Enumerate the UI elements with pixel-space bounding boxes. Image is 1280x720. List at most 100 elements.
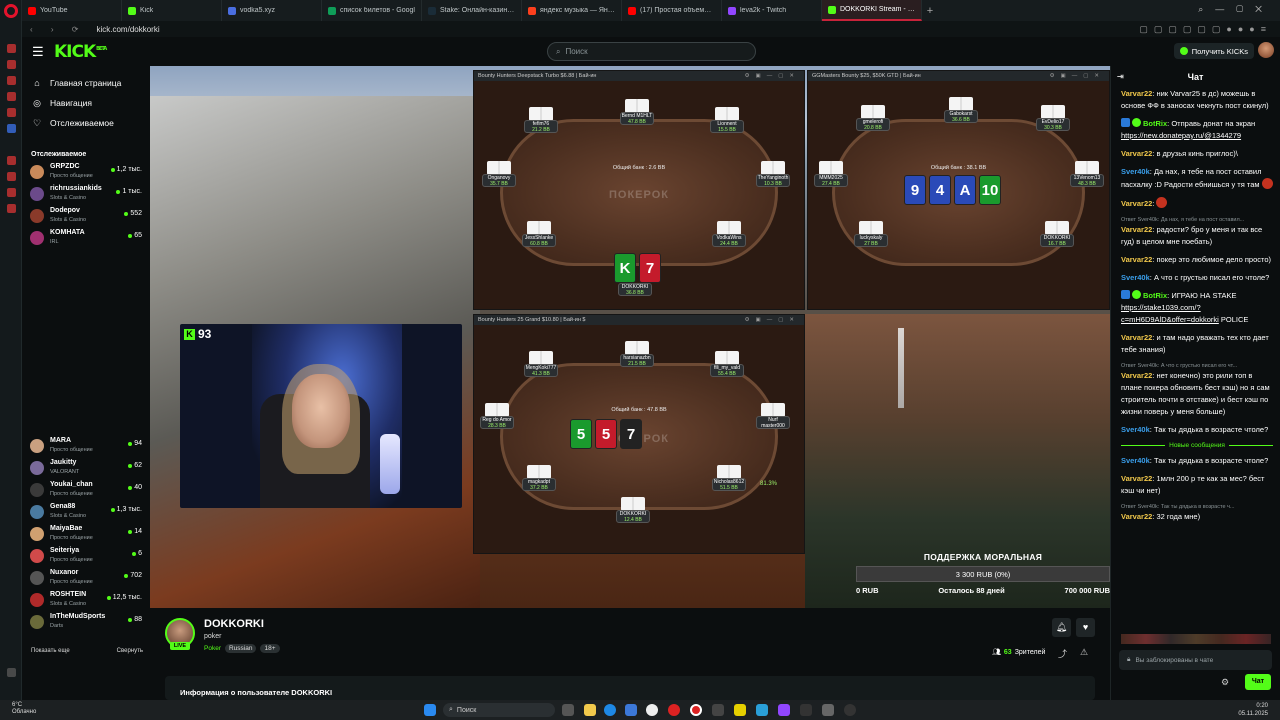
sidebar-nav-item[interactable]: ◎ Навигация [22,93,150,113]
sidebar-app-icon[interactable] [7,204,16,213]
browser-tab[interactable]: Kick [122,0,222,21]
app-icon[interactable] [778,704,790,716]
emote-bar[interactable] [1121,634,1271,644]
chat-username[interactable]: Sver40k [1121,273,1150,282]
new-tab-icon[interactable]: + [922,5,938,17]
category-link[interactable]: Poker [204,645,221,652]
sidebar-app-icon[interactable] [7,124,16,133]
weather-widget[interactable]: 6°C Облачно [12,702,36,716]
followed-channel[interactable]: ROSHTEIN Slots & Casino 12,5 тыс. [22,590,150,612]
chat-username[interactable]: BotRix [1143,119,1167,128]
chat-messages[interactable]: Varvar22: ник Varvar25 в дс) можешь в ос… [1111,88,1280,618]
sidebar-app-icon[interactable] [7,76,16,85]
chat-username[interactable]: Varvar22 [1121,89,1152,98]
browser-tab[interactable]: список билетов - Googl [322,0,422,21]
window-controls-icon[interactable]: ⚙▣—▢✕ [745,315,804,325]
settings-icon[interactable] [822,704,834,716]
followed-channel[interactable]: MARA Просто общение 94 [22,436,150,458]
taskbar-search[interactable]: ⌕ Поиск [443,703,555,717]
followed-channel[interactable]: Jaukitty VALORANT 62 [22,458,150,480]
sidebar-app-icon[interactable] [7,156,16,165]
tag-language[interactable]: Russian [224,644,257,653]
chat-username[interactable]: Varvar22 [1121,225,1152,234]
yandex-icon[interactable] [646,704,658,716]
chat-username[interactable]: Varvar22 [1121,371,1152,380]
chat-username[interactable]: Sver40k [1121,167,1150,176]
poker-table-window[interactable]: Bounty Hunters Deepstack Turbo $6.88 | Б… [473,70,805,310]
sidebar-app-icon[interactable] [7,60,16,69]
poker-table-window[interactable]: GGMasters Bounty $25, $50K GTD | Бай-ин ⚙… [807,70,1110,310]
user-avatar[interactable] [1258,42,1274,58]
chat-username[interactable]: Varvar22 [1121,512,1152,521]
address-bar[interactable]: ‹ › ⟳ kick.com/dokkorki ▢▢▢▢▢▢●●●≡ [22,21,1280,37]
url-text[interactable]: kick.com/dokkorki [96,25,159,34]
sidebar-app-icon[interactable] [7,92,16,101]
taskview-icon[interactable] [562,704,574,716]
opera-icon[interactable] [668,704,680,716]
window-controls-icon[interactable]: ⚙▣—▢✕ [745,71,804,81]
app-icon[interactable] [844,704,856,716]
follow-heart-icon[interactable]: ♥ [1076,618,1095,637]
opera-logo-icon[interactable] [4,4,18,18]
sidebar-app-icon[interactable] [7,188,16,197]
chat-input[interactable]: 🔒︎ Вы заблокированы в чате [1119,650,1272,670]
window-controls-icon[interactable]: ⚙▣—▢✕ [1050,71,1109,81]
chat-send-button[interactable]: Чат [1245,674,1271,690]
sidebar-app-icon[interactable] [7,172,16,181]
start-icon[interactable] [424,704,436,716]
channel-name[interactable]: DOKKORKI [204,618,264,630]
app-icon[interactable] [712,704,724,716]
collapse-button[interactable]: Свернуть [117,648,143,654]
clock[interactable]: 0:20 05.11.2025 [1238,702,1268,718]
browser-tab[interactable]: (17) Простая объемная [622,0,722,21]
sidebar-nav-item[interactable]: ♡ Отслеживаемое [22,113,150,133]
share-icon[interactable]: ⤴ [1058,647,1067,660]
chat-username[interactable]: Varvar22 [1121,199,1152,208]
chat-username[interactable]: Varvar22 [1121,474,1152,483]
get-kicks-button[interactable]: Получить KICKs [1173,43,1254,59]
followed-channel[interactable]: InTheMudSports Darts 88 [22,612,150,634]
telegram-icon[interactable] [756,704,768,716]
browser-tab[interactable]: яндекс музыка — Яндекс [522,0,622,21]
chat-username[interactable]: Sver40k [1121,425,1150,434]
extensions-icon[interactable]: ▢▢▢▢▢▢●●●≡ [1139,24,1272,35]
opera-gx-icon[interactable] [690,704,702,716]
more-icon[interactable] [7,668,16,677]
followed-channel[interactable]: richrussiankids Slots & Casino 1 тыс. [22,184,150,206]
kick-logo[interactable]: KICKBETA [54,42,107,62]
store-icon[interactable] [625,704,637,716]
chat-username[interactable]: Varvar22 [1121,255,1152,264]
followed-channel[interactable]: GRPZDC Просто общение 1,2 тыс. [22,162,150,184]
window-controls-icon[interactable]: ⌕—▢✕ [1198,4,1274,15]
browser-tab[interactable]: leva2k - Twitch [722,0,822,21]
followed-channel[interactable]: MaiyaBae Просто общение 14 [22,524,150,546]
browser-tab[interactable]: Stake: Онлайн-казино и [422,0,522,21]
chat-link[interactable]: https://stake1039.com/?c=mH6D9AlD&offer=… [1121,303,1219,324]
explorer-icon[interactable] [584,704,596,716]
edge-icon[interactable] [604,704,616,716]
bell-icon[interactable]: 🔔︎ [1052,618,1071,637]
browser-tab[interactable]: DOKKORKI Stream - Watc [822,0,922,21]
menu-icon[interactable]: ☰ [32,44,46,60]
chat-username[interactable]: Varvar22 [1121,149,1152,158]
followed-channel[interactable]: Gena88 Slots & Casino 1,3 тыс. [22,502,150,524]
followed-channel[interactable]: Nuxanor Просто общение 702 [22,568,150,590]
sidebar-app-icon[interactable] [7,108,16,117]
sidebar-app-icon[interactable] [7,44,16,53]
app-icon[interactable] [734,704,746,716]
report-icon[interactable]: ⚠ [1080,647,1088,658]
sidebar-nav-item[interactable]: ⌂ Главная страница [22,73,150,93]
search-input[interactable]: ⌕ Поиск [547,42,756,61]
tag-age[interactable]: 18+ [260,644,280,653]
followed-channel[interactable]: Youkai_chan Просто общение 40 [22,480,150,502]
show-more-button[interactable]: Показать еще [31,648,70,654]
followed-channel[interactable]: KOMHATA IRL 65 [22,228,150,250]
collapse-chat-icon[interactable]: ⇥ [1117,72,1124,81]
chat-username[interactable]: Varvar22 [1121,333,1152,342]
chat-settings-icon[interactable]: ⚙ [1221,677,1229,688]
browser-tab[interactable]: vodka5.xyz [222,0,322,21]
video-player[interactable]: Bounty Hunters Deepstack Turbo $6.88 | Б… [150,66,1110,608]
obs-icon[interactable] [800,704,812,716]
followed-channel[interactable]: Dodepov Slots & Casino 552 [22,206,150,228]
chat-link[interactable]: https://new.donatepay.ru/@1344279 [1121,131,1241,140]
